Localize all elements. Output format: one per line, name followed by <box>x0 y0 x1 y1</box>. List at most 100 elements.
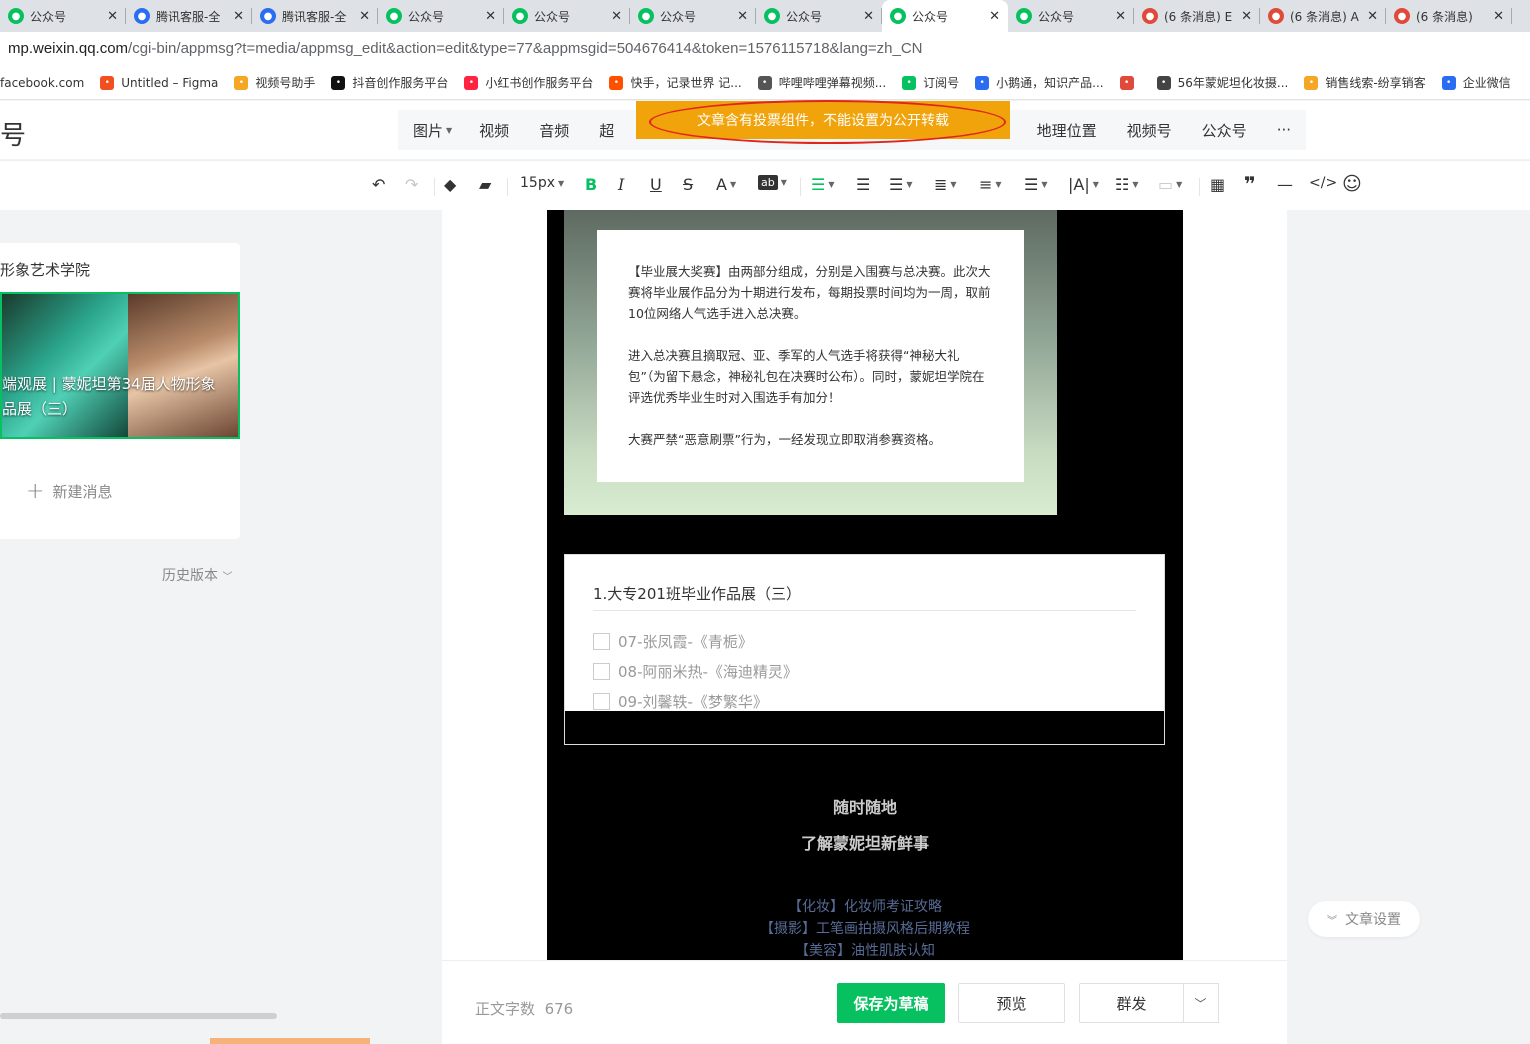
vote-option[interactable]: 08-阿丽米热-《海迪精灵》 <box>593 661 798 682</box>
insert-item[interactable]: 图片 <box>413 120 443 141</box>
insert-item[interactable]: 公众号 <box>1202 120 1247 141</box>
block-style-icon[interactable]: ▭ ▼ <box>1158 175 1182 194</box>
save-draft-button[interactable]: 保存为草稿 <box>837 983 945 1023</box>
insert-item[interactable]: 超 <box>599 120 614 141</box>
background-color-icon[interactable]: ab ▼ <box>758 175 787 190</box>
italic-icon[interactable]: I <box>618 175 624 194</box>
emoji-icon[interactable]: ☺ <box>1342 173 1362 195</box>
article-link[interactable]: 【美容】油性肌肤认知 <box>547 940 1183 960</box>
insert-item[interactable]: 地理位置 <box>1037 120 1097 141</box>
article-thumbnail[interactable]: 端观展 | 蒙妮坦第34届人物形象 品展（三） <box>0 292 240 439</box>
bookmark-item[interactable]: • Untitled – Figma <box>100 75 218 90</box>
insert-item[interactable]: 视频 <box>479 120 509 141</box>
vote-component[interactable]: 1.大专201班毕业作品展（三） 07-张凤霞-《青栀》 08-阿丽米热-《海迪… <box>564 554 1165 745</box>
checkbox[interactable] <box>593 663 610 680</box>
bookmark-item[interactable]: • 小鹅通，知识产品... <box>975 74 1104 91</box>
close-icon[interactable]: ✕ <box>359 9 370 24</box>
rules-paragraph-2: 进入总决赛且摘取冠、亚、季军的人气选手将获得“神秘大礼包”（为留下悬念，神秘礼包… <box>628 348 985 405</box>
chevron-down-icon[interactable]: ﹀ <box>1183 983 1219 1023</box>
bookmark-item[interactable]: • 抖音创作服务平台 <box>331 74 448 91</box>
vote-option[interactable]: 09-刘馨轶-《梦繁华》 <box>593 691 768 712</box>
bookmark-item[interactable]: • 哔哩哔哩弹幕视频... <box>757 74 886 91</box>
outdent-icon[interactable]: ☰ ▼ <box>889 175 913 194</box>
undo-icon[interactable]: ↶ <box>372 175 385 194</box>
browser-tab[interactable]: ● 腾讯客服-全 ✕ <box>252 0 378 32</box>
browser-tab[interactable]: ● 公众号 ✕ <box>1008 0 1134 32</box>
indent-icon[interactable]: ☰ <box>856 175 870 194</box>
horizontal-scrollbar[interactable] <box>0 1013 277 1019</box>
browser-tab[interactable]: ● 公众号 ✕ <box>504 0 630 32</box>
browser-tab[interactable]: ● (6 条消息) A ✕ <box>1260 0 1386 32</box>
paragraph-spacing-icon[interactable]: ≡ ▼ <box>979 175 1002 194</box>
mass-send-button[interactable]: 群发 <box>1079 983 1184 1023</box>
clear-format-icon[interactable]: ▰ <box>479 175 491 194</box>
close-icon[interactable]: ✕ <box>1493 9 1504 24</box>
list-indent-icon[interactable]: ☰ ▼ <box>1024 175 1048 194</box>
url-host: mp.weixin.qq.com <box>8 40 129 57</box>
close-icon[interactable]: ✕ <box>1367 9 1378 24</box>
checkbox[interactable] <box>593 633 610 650</box>
browser-tab[interactable]: ● 公众号 ✕ <box>0 0 126 32</box>
redo-icon[interactable]: ↷ <box>405 175 418 194</box>
bookmark-item[interactable]: • 快手，记录世界 记... <box>609 74 742 91</box>
bookmark-item[interactable]: • 56年蒙妮坦化妆摄... <box>1156 74 1288 91</box>
browser-tab[interactable]: ● (6 条消息) E ✕ <box>1134 0 1260 32</box>
tab-favicon-icon: ● <box>8 8 24 24</box>
close-icon[interactable]: ✕ <box>107 9 118 24</box>
gradient-section: 【毕业展大奖赛】由两部分组成，分别是入围赛与总决赛。此次大赛将毕业展作品分为十期… <box>564 210 1057 515</box>
browser-tab[interactable]: ● (6 条消息) ✕ <box>1386 0 1512 32</box>
bookmark-item[interactable]: facebook.com <box>0 76 84 90</box>
article-settings-button[interactable]: ︾ 文章设置 <box>1308 901 1420 937</box>
table-icon[interactable]: ▦ <box>1210 175 1225 194</box>
browser-tab[interactable]: ● 公众号 ✕ <box>882 0 1008 32</box>
bookmark-item[interactable]: • 销售线索-纷享销客 <box>1304 74 1426 91</box>
bookmark-item[interactable]: • 视频号助手 <box>234 74 315 91</box>
article-body[interactable]: 【毕业展大奖赛】由两部分组成，分别是入围赛与总决赛。此次大赛将毕业展作品分为十期… <box>547 210 1183 960</box>
letter-spacing-icon[interactable]: |A| ▼ <box>1068 175 1099 194</box>
close-icon[interactable]: ✕ <box>233 9 244 24</box>
browser-tab[interactable]: ● 腾讯客服-全 ✕ <box>126 0 252 32</box>
history-version-link[interactable]: 历史版本 ﹀ <box>162 565 232 585</box>
page-icon: • <box>1156 75 1171 90</box>
browser-tab[interactable]: ● 公众号 ✕ <box>630 0 756 32</box>
browser-tab[interactable]: ● 公众号 ✕ <box>378 0 504 32</box>
pinwheel-icon: • <box>1119 75 1134 90</box>
close-icon[interactable]: ✕ <box>1241 9 1252 24</box>
font-size-select[interactable]: 15px ▼ <box>520 175 564 191</box>
format-painter-icon[interactable]: ◆ <box>444 175 456 194</box>
vote-option[interactable]: 07-张凤霞-《青栀》 <box>593 631 753 652</box>
bookmark-item[interactable]: • <box>1119 75 1141 90</box>
preview-button[interactable]: 预览 <box>958 983 1065 1023</box>
account-name: 形象艺术学院 <box>0 261 91 279</box>
close-icon[interactable]: ✕ <box>989 9 1000 24</box>
font-color-icon[interactable]: A ▼ <box>716 175 736 194</box>
browser-tab[interactable]: ● 公众号 ✕ <box>756 0 882 32</box>
align-center-icon[interactable]: ☰ ▼ <box>811 175 835 194</box>
bookmark-item[interactable]: • 订阅号 <box>902 74 959 91</box>
close-icon[interactable]: ✕ <box>485 9 496 24</box>
divider-icon[interactable]: — <box>1277 175 1293 194</box>
code-icon[interactable]: </> <box>1309 175 1337 191</box>
article-link[interactable]: 【化妆】化妆师考证攻略 <box>547 896 1183 916</box>
close-icon[interactable]: ✕ <box>737 9 748 24</box>
bold-icon[interactable]: B <box>585 175 597 194</box>
bullet-list-icon[interactable]: ☷ ▼ <box>1115 175 1139 194</box>
checkbox[interactable] <box>593 693 610 710</box>
wework-icon: • <box>1441 75 1456 90</box>
underline-icon[interactable]: U <box>650 175 662 194</box>
article-link[interactable]: 【摄影】工笔画拍摄风格后期教程 <box>547 918 1183 938</box>
insert-item[interactable]: ··· <box>1277 121 1291 139</box>
bookmark-item[interactable]: • 企业微信 <box>1441 74 1511 91</box>
globe-icon: • <box>757 75 772 90</box>
quote-icon[interactable]: ❞ <box>1244 172 1256 196</box>
insert-item[interactable]: 音频 <box>539 120 569 141</box>
close-icon[interactable]: ✕ <box>1115 9 1126 24</box>
bookmark-item[interactable]: • 小红书创作服务平台 <box>464 74 593 91</box>
new-message-button[interactable]: + 新建消息 <box>26 479 112 504</box>
close-icon[interactable]: ✕ <box>863 9 874 24</box>
line-height-icon[interactable]: ≣ ▼ <box>934 175 957 194</box>
address-bar[interactable]: mp.weixin.qq.com/cgi-bin/appmsg?t=media/… <box>0 32 1530 66</box>
close-icon[interactable]: ✕ <box>611 9 622 24</box>
strikethrough-icon[interactable]: S <box>683 175 693 194</box>
insert-item[interactable]: 视频号 <box>1127 120 1172 141</box>
